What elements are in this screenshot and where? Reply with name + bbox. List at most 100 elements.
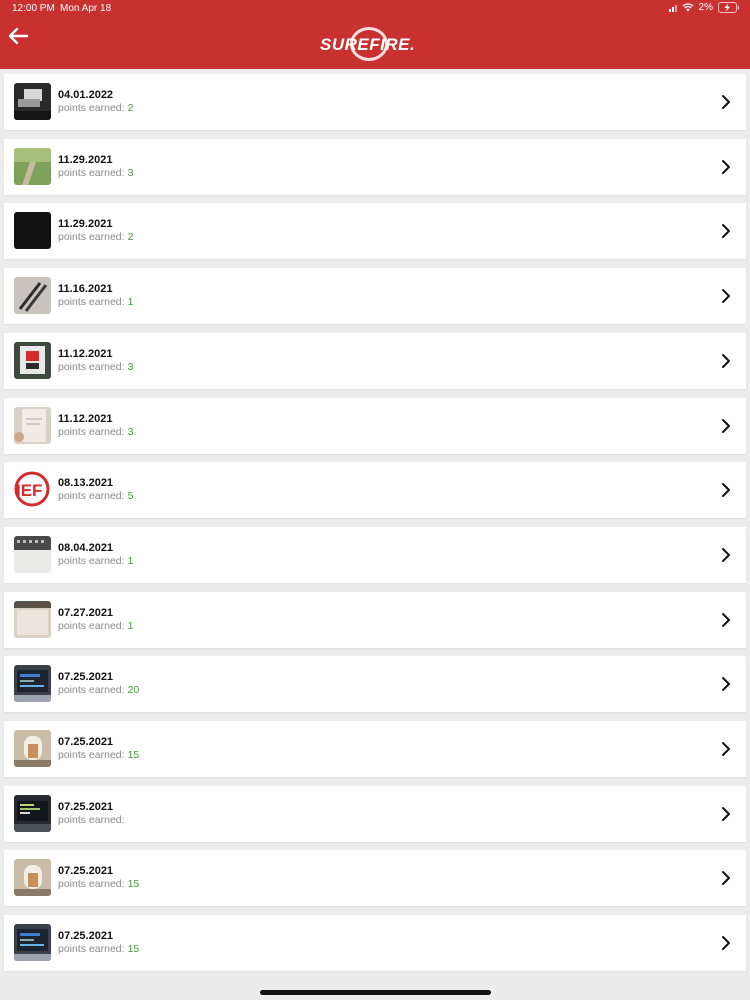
- history-row[interactable]: 07.25.2021 points earned: 15: [4, 850, 746, 907]
- points-earned-label: points earned:: [58, 425, 125, 438]
- history-row[interactable]: 07.27.2021 points earned: 1: [4, 591, 746, 648]
- status-indicators: 2%: [668, 2, 740, 13]
- surefire-logo: SUREFIRE.: [318, 27, 432, 61]
- app-header: 12:00 PM Mon Apr 18 2% SUREFIRE.: [0, 0, 750, 69]
- battery-charging-icon: [718, 2, 740, 13]
- points-earned-value: 3: [127, 425, 134, 438]
- points-earned-value: 1: [127, 296, 134, 309]
- points-earned-value: 15: [127, 878, 140, 891]
- points-earned-label: points earned:: [58, 619, 125, 632]
- chevron-right-icon[interactable]: [720, 482, 732, 498]
- history-row[interactable]: 04.01.2022 points earned: 2: [4, 74, 746, 130]
- receipt-thumbnail: [14, 730, 51, 767]
- points-earned: points earned: 3: [58, 361, 133, 373]
- status-time: 12:00 PM: [12, 3, 55, 14]
- history-row[interactable]: 11.16.2021 points earned: 1: [4, 268, 746, 325]
- history-row[interactable]: 11.29.2021 points earned: 2: [4, 203, 746, 260]
- points-earned-label: points earned:: [58, 684, 125, 697]
- points-earned: points earned: 2: [58, 231, 133, 243]
- points-earned: points earned: 15: [58, 878, 139, 890]
- home-indicator[interactable]: [260, 990, 491, 995]
- chevron-right-icon[interactable]: [720, 159, 732, 175]
- entry-date: 04.01.2022: [58, 89, 114, 101]
- points-earned: points earned: 5: [58, 490, 133, 502]
- svg-text:IEF: IEF: [16, 481, 42, 500]
- points-earned-label: points earned:: [58, 296, 125, 309]
- chevron-right-icon[interactable]: [720, 806, 732, 822]
- chevron-right-icon[interactable]: [720, 870, 732, 886]
- points-earned-label: points earned:: [58, 943, 125, 956]
- history-row[interactable]: 07.25.2021 points earned: 15: [4, 915, 746, 972]
- history-row[interactable]: 08.04.2021 points earned: 1: [4, 526, 746, 583]
- chevron-right-icon[interactable]: [720, 223, 732, 239]
- entry-date: 07.25.2021: [58, 736, 114, 748]
- points-earned-label: points earned:: [58, 554, 125, 567]
- history-row[interactable]: 11.12.2021 points earned: 3: [4, 397, 746, 454]
- points-earned: points earned: 15: [58, 749, 139, 761]
- receipt-thumbnail: [14, 535, 51, 573]
- points-earned: points earned: 3: [58, 167, 133, 179]
- points-earned: points earned: 3: [58, 426, 133, 438]
- points-earned-label: points earned:: [58, 878, 125, 891]
- receipt-thumbnail: [14, 859, 51, 897]
- chevron-right-icon[interactable]: [720, 612, 732, 628]
- receipt-thumbnail: [14, 600, 51, 638]
- points-earned: points earned: 1: [58, 555, 133, 567]
- history-row[interactable]: 07.25.2021 points earned: 15: [4, 721, 746, 777]
- chevron-right-icon[interactable]: [720, 288, 732, 304]
- history-row[interactable]: 07.25.2021 points earned:: [4, 785, 746, 842]
- battery-percent: 2%: [698, 2, 713, 13]
- points-earned: points earned: 1: [58, 296, 133, 308]
- entry-date: 11.16.2021: [58, 283, 113, 296]
- entry-date: 07.25.2021: [58, 930, 114, 943]
- points-earned: points earned:: [58, 814, 128, 826]
- logo-text: SUREFIRE.: [320, 35, 416, 54]
- entry-date: 08.13.2021: [58, 477, 114, 490]
- chevron-right-icon[interactable]: [720, 547, 732, 563]
- status-date: Mon Apr 18: [60, 3, 112, 14]
- points-earned-label: points earned:: [58, 166, 125, 179]
- points-earned-label: points earned:: [58, 490, 125, 503]
- points-earned-value: 15: [127, 943, 140, 956]
- entry-date: 07.25.2021: [58, 865, 114, 878]
- entry-date: 07.27.2021: [58, 606, 114, 619]
- receipt-thumbnail: [14, 83, 51, 120]
- points-earned-value: 3: [127, 166, 134, 179]
- receipt-thumbnail: [14, 341, 51, 379]
- receipt-thumbnail: [14, 147, 51, 185]
- receipt-thumbnail: [14, 406, 51, 444]
- points-earned-value: 3: [127, 360, 134, 373]
- points-earned-label: points earned:: [58, 749, 125, 761]
- chevron-right-icon[interactable]: [720, 741, 732, 757]
- receipt-thumbnail: [14, 665, 51, 703]
- history-row[interactable]: 11.12.2021 points earned: 3: [4, 332, 746, 389]
- entry-date: 11.12.2021: [58, 412, 113, 425]
- entry-date: 11.29.2021: [58, 153, 113, 166]
- entry-date: 07.25.2021: [58, 800, 114, 813]
- points-earned: points earned: 1: [58, 620, 133, 632]
- chevron-right-icon[interactable]: [720, 935, 732, 951]
- points-earned-label: points earned:: [58, 231, 125, 244]
- chevron-right-icon[interactable]: [720, 353, 732, 369]
- cellular-signal-icon: [668, 4, 677, 12]
- points-earned: points earned: 15: [58, 943, 139, 955]
- entry-date: 07.25.2021: [58, 671, 114, 684]
- chevron-right-icon[interactable]: [720, 418, 732, 434]
- points-earned-value: 2: [127, 231, 134, 244]
- points-earned: points earned: 2: [58, 102, 133, 114]
- points-earned: points earned: 20: [58, 684, 139, 696]
- chevron-right-icon[interactable]: [720, 676, 732, 692]
- points-earned-label: points earned:: [58, 813, 125, 826]
- history-row[interactable]: 11.29.2021 points earned: 3: [4, 138, 746, 195]
- history-row[interactable]: IEF 08.13.2021 points earned: 5: [4, 462, 746, 519]
- back-arrow-icon[interactable]: [8, 27, 30, 45]
- history-row[interactable]: 07.25.2021 points earned: 20: [4, 656, 746, 713]
- points-earned-label: points earned:: [58, 102, 125, 114]
- points-earned-value: 5: [127, 490, 134, 503]
- points-earned-value: 1: [127, 554, 134, 567]
- points-earned-value: 15: [127, 749, 140, 761]
- chevron-right-icon[interactable]: [720, 94, 732, 110]
- wifi-icon: [681, 3, 694, 12]
- receipt-thumbnail: [14, 212, 51, 250]
- receipt-thumbnail: [14, 794, 51, 832]
